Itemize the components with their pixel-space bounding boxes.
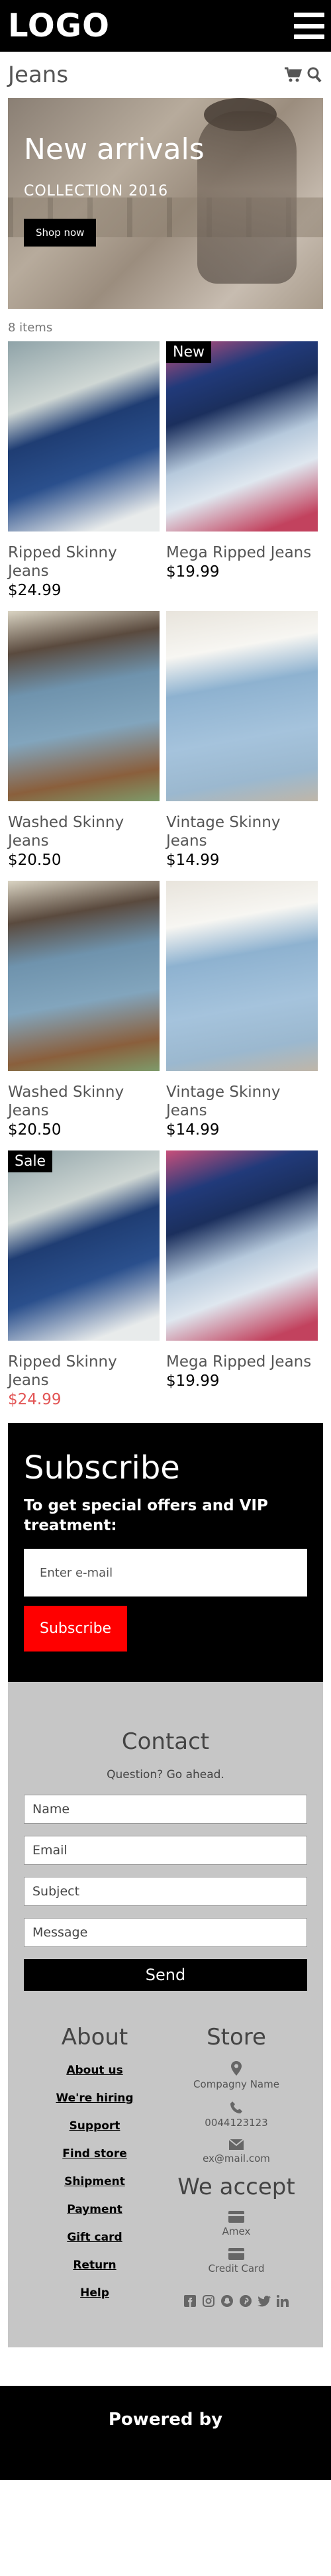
about-link-about-us[interactable]: About us	[24, 2064, 166, 2077]
about-link-support[interactable]: Support	[24, 2119, 166, 2133]
envelope-icon	[166, 2139, 307, 2150]
footer-gray-section: Contact Question? Go ahead. Send About A…	[8, 1682, 323, 2347]
amex-card-icon	[166, 2211, 307, 2223]
product-name[interactable]: Vintage Skinny Jeans	[166, 813, 318, 850]
subscribe-button[interactable]: Subscribe	[24, 1606, 128, 1652]
powered-by-footer: Powered by	[0, 2386, 331, 2480]
product-price: $24.99	[8, 582, 62, 599]
page-header: Jeans	[0, 52, 331, 98]
subscribe-section: Subscribe To get special offers and VIP …	[8, 1423, 323, 1682]
product-image[interactable]	[166, 881, 318, 1071]
product-card[interactable]: New Mega Ripped Jeans $19.99	[166, 341, 318, 600]
contact-message-field[interactable]	[24, 1918, 307, 1947]
product-price: $20.50	[8, 852, 62, 869]
store-title: Store	[207, 2024, 266, 2050]
phone-icon	[166, 2101, 307, 2114]
store-company: Compagny Name	[193, 2078, 279, 2090]
product-image[interactable]	[8, 611, 160, 801]
product-card[interactable]: Vintage Skinny Jeans $14.99	[166, 611, 318, 870]
product-price: $14.99	[166, 1121, 220, 1139]
product-image[interactable]: New	[166, 341, 318, 532]
contact-email-field[interactable]	[24, 1836, 307, 1865]
new-badge: New	[166, 341, 211, 363]
contact-name-field[interactable]	[24, 1795, 307, 1824]
hero-banner: New arrivals COLLECTION 2016 Shop now	[8, 98, 323, 309]
product-price: $20.50	[8, 1121, 62, 1139]
product-grid: Ripped Skinny Jeans $24.99 New Mega Ripp…	[0, 341, 331, 1410]
store-column: Store Compagny Name 0044123123 ex@mail.c…	[166, 2024, 307, 2314]
search-icon[interactable]	[307, 67, 322, 83]
snapchat-icon[interactable]	[220, 2294, 234, 2308]
product-price: $19.99	[166, 563, 220, 581]
product-image[interactable]: Sale	[8, 1150, 160, 1341]
product-name[interactable]: Ripped Skinny Jeans	[8, 543, 160, 581]
hero-subtitle: COLLECTION 2016	[24, 183, 169, 199]
product-image[interactable]	[166, 611, 318, 801]
payment-amex: Amex	[222, 2225, 251, 2237]
we-accept-title: We accept	[177, 2174, 295, 2200]
store-phone: 0044123123	[205, 2117, 268, 2129]
product-name[interactable]: Mega Ripped Jeans	[166, 1353, 318, 1371]
product-price: $14.99	[166, 852, 220, 869]
subscribe-text: To get special offers and VIP treatment:	[24, 1497, 268, 1534]
about-link-return[interactable]: Return	[24, 2259, 166, 2272]
sale-badge: Sale	[8, 1150, 53, 1172]
product-image[interactable]	[8, 341, 160, 532]
product-image[interactable]	[166, 1150, 318, 1341]
top-navbar: LOGO	[0, 0, 331, 52]
instagram-icon[interactable]	[202, 2294, 215, 2308]
contact-subtitle: Question? Go ahead.	[107, 1768, 224, 1781]
map-marker-icon	[166, 2061, 307, 2076]
hero-title: New arrivals	[24, 133, 205, 166]
linkedin-icon[interactable]	[276, 2294, 289, 2308]
logo[interactable]: LOGO	[8, 7, 110, 44]
items-count: 8 items	[8, 321, 53, 335]
product-sale-price: $24.99	[8, 1391, 62, 1408]
product-card[interactable]: Mega Ripped Jeans $19.99	[166, 1150, 318, 1410]
contact-title: Contact	[121, 1728, 210, 1755]
product-price: $19.99	[166, 1372, 220, 1390]
product-card[interactable]: Ripped Skinny Jeans $24.99	[8, 341, 160, 600]
product-name[interactable]: Mega Ripped Jeans	[166, 543, 318, 562]
product-card[interactable]: Washed Skinny Jeans $20.50	[8, 881, 160, 1140]
facebook-icon[interactable]	[183, 2294, 197, 2308]
subscribe-title: Subscribe	[24, 1449, 180, 1486]
send-button[interactable]: Send	[24, 1959, 307, 1991]
product-name[interactable]: Vintage Skinny Jeans	[166, 1083, 318, 1120]
hamburger-menu-icon[interactable]	[294, 13, 324, 39]
about-link-payment[interactable]: Payment	[24, 2203, 166, 2216]
subscribe-email-input[interactable]	[24, 1549, 307, 1596]
twitter-icon[interactable]	[258, 2294, 271, 2308]
product-card[interactable]: Sale Ripped Skinny Jeans $24.99	[8, 1150, 160, 1410]
page-title: Jeans	[8, 62, 69, 88]
product-card[interactable]: Washed Skinny Jeans $20.50	[8, 611, 160, 870]
about-link-gift-card[interactable]: Gift card	[24, 2231, 166, 2244]
product-card[interactable]: Vintage Skinny Jeans $14.99	[166, 881, 318, 1140]
about-link-help[interactable]: Help	[24, 2286, 166, 2300]
social-links	[166, 2294, 307, 2308]
store-email[interactable]: ex@mail.com	[166, 2153, 307, 2164]
shopping-cart-icon[interactable]	[285, 67, 302, 83]
about-title: About	[61, 2024, 128, 2050]
product-name[interactable]: Washed Skinny Jeans	[8, 1083, 160, 1120]
shop-now-button[interactable]: Shop now	[24, 219, 97, 247]
product-name[interactable]: Ripped Skinny Jeans	[8, 1353, 160, 1390]
pinterest-icon[interactable]	[239, 2294, 252, 2308]
about-link-hiring[interactable]: We're hiring	[24, 2092, 166, 2105]
product-name[interactable]: Washed Skinny Jeans	[8, 813, 160, 850]
product-image[interactable]	[8, 881, 160, 1071]
contact-subject-field[interactable]	[24, 1877, 307, 1906]
credit-card-icon	[166, 2248, 307, 2260]
about-column: About About us We're hiring Support Find…	[24, 2024, 166, 2314]
payment-credit-card: Credit Card	[208, 2263, 265, 2274]
about-link-find-store[interactable]: Find store	[24, 2147, 166, 2160]
about-link-shipment[interactable]: Shipment	[24, 2175, 166, 2188]
